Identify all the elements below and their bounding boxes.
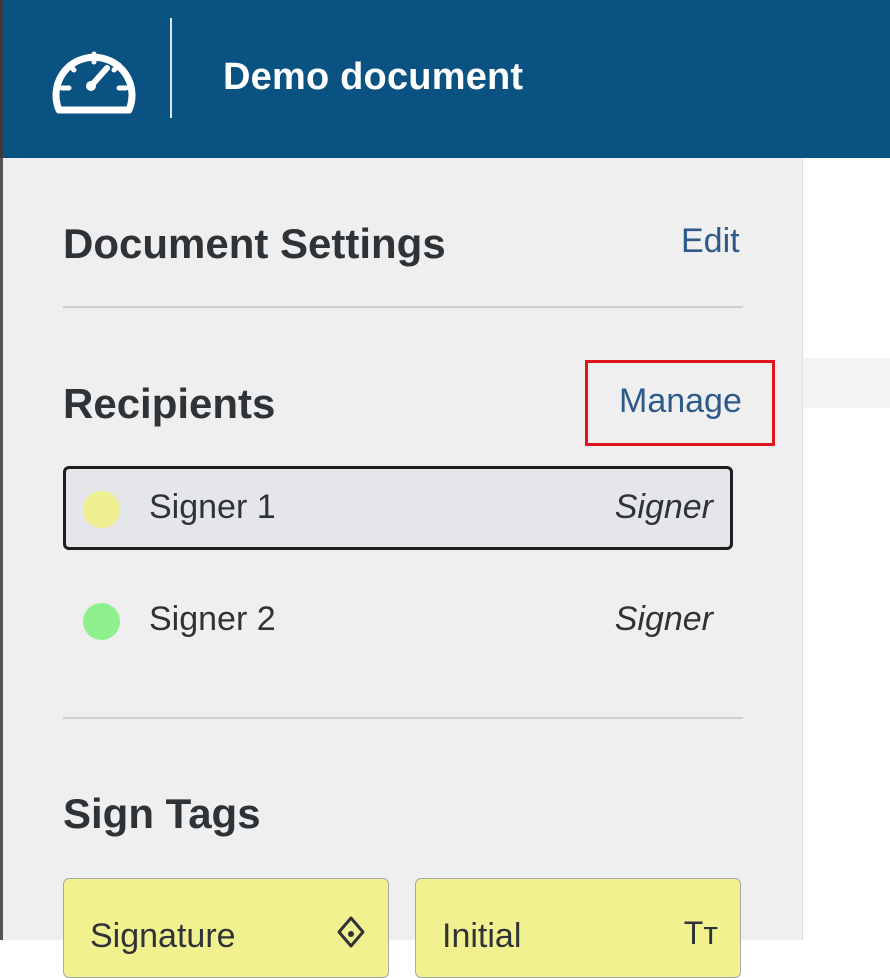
sign-tag-signature[interactable]: Signature <box>63 878 389 978</box>
header-divider <box>170 18 172 118</box>
recipient-name: Signer 2 <box>149 600 276 638</box>
recipients-heading: Recipients <box>63 380 276 427</box>
content-area-strip <box>803 358 890 408</box>
sign-tag-initial[interactable]: Initial Tт <box>415 878 741 978</box>
recipient-name: Signer 1 <box>149 488 276 526</box>
text-size-icon: Tт <box>683 915 718 951</box>
sign-tags-heading: Sign Tags <box>63 790 261 837</box>
edit-settings-link[interactable]: Edit <box>681 222 740 261</box>
divider <box>63 717 743 719</box>
pen-nib-icon <box>336 915 366 957</box>
highlight-annotation <box>585 360 775 446</box>
recipient-color-dot <box>83 491 120 528</box>
divider <box>63 306 743 308</box>
recipient-role: Signer <box>614 488 713 526</box>
recipient-row-signer-1[interactable]: Signer 1 Signer <box>63 466 733 550</box>
sign-tag-label: Signature <box>90 917 236 955</box>
sidebar-panel: Document Settings Edit Recipients Manage… <box>3 158 803 978</box>
document-settings-heading: Document Settings <box>63 220 446 267</box>
speedometer-icon[interactable] <box>49 38 139 118</box>
sign-tag-label: Initial <box>442 917 522 955</box>
recipient-color-dot <box>83 603 120 640</box>
document-title: Demo document <box>223 56 524 98</box>
recipient-role: Signer <box>614 600 713 638</box>
recipient-row-signer-2[interactable]: Signer 2 Signer <box>63 578 733 662</box>
app-header: Demo document <box>0 0 890 158</box>
